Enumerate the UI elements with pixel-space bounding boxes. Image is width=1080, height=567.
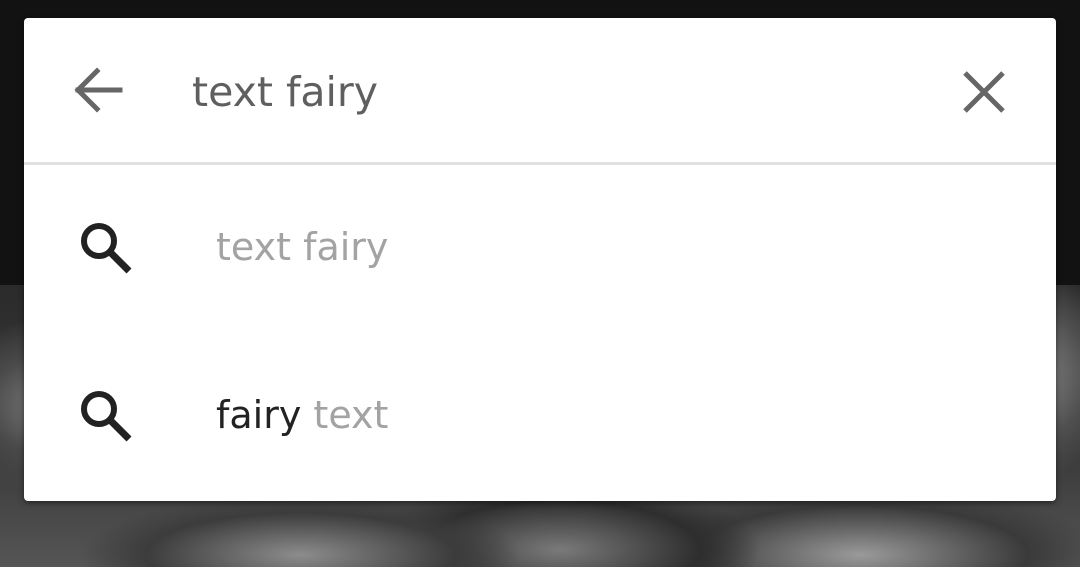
suggestion-item[interactable]: text fairy <box>24 165 1056 325</box>
suggestion-item[interactable]: fairy text <box>24 333 1056 493</box>
suggestion-text: text fairy <box>216 217 388 277</box>
search-dialog: text fairy text fairy fairy text <box>24 18 1056 501</box>
search-icon <box>81 391 132 442</box>
suggestion-match: fairy <box>216 393 302 437</box>
search-bar: text fairy <box>24 18 1056 165</box>
search-input[interactable]: text fairy <box>192 62 378 122</box>
search-icon <box>81 223 132 274</box>
close-icon <box>963 71 1005 113</box>
suggestion-rest: text fairy <box>216 225 389 269</box>
suggestion-rest: text <box>301 393 389 437</box>
clear-button[interactable] <box>950 60 1014 124</box>
suggestion-text: fairy text <box>216 385 388 445</box>
arrow-back-icon <box>74 67 123 113</box>
back-button[interactable] <box>68 60 132 124</box>
